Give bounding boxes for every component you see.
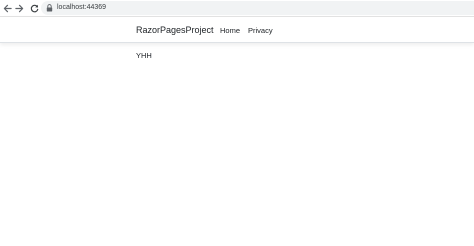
browser-toolbar: localhost:44369 xyxy=(0,0,474,17)
reload-icon xyxy=(30,4,38,12)
site-navbar: RazorPagesProject Home Privacy xyxy=(0,17,474,43)
url-text: localhost:44369 xyxy=(57,4,107,11)
reload-button[interactable] xyxy=(28,2,40,14)
back-button[interactable] xyxy=(1,2,13,14)
arrow-right-icon xyxy=(14,4,23,12)
brand-link[interactable]: RazorPagesProject xyxy=(136,24,214,36)
nav-link-home[interactable]: Home xyxy=(220,25,240,36)
forward-button[interactable] xyxy=(13,2,25,14)
nav-link-privacy[interactable]: Privacy xyxy=(248,25,273,36)
page-text: YHH xyxy=(136,51,152,60)
address-bar[interactable]: localhost:44369 xyxy=(41,1,474,15)
arrow-left-icon xyxy=(3,4,12,12)
lock-icon xyxy=(46,4,53,12)
main-content: YHH xyxy=(136,51,152,61)
